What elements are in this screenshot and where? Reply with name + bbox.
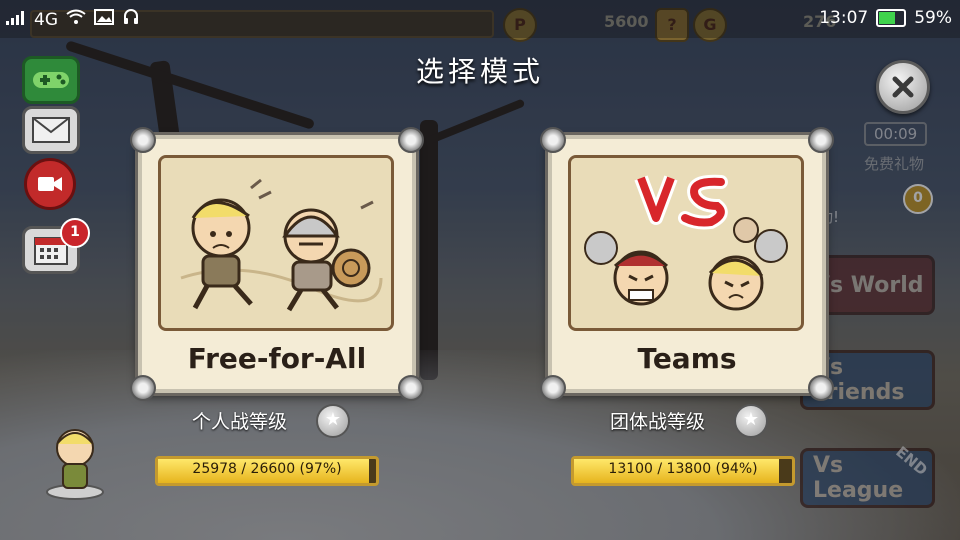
mail-icon [32,117,70,143]
card-rivet [808,127,834,153]
signal-icon [6,10,26,30]
notification-badge: 1 [60,218,90,248]
solo-xp-bar: 25978 / 26600 (97%) [155,456,379,486]
free-for-all-illustration [158,155,394,331]
card-rivet [540,127,566,153]
player-avatar[interactable] [44,420,106,500]
mail-button[interactable] [22,106,80,154]
status-bar: 4G 13:07 59% [0,0,960,38]
page-title: 选择模式 [415,55,544,88]
video-camera-icon [38,177,62,191]
teams-card[interactable]: Teams [540,127,834,401]
close-icon [892,76,914,98]
free-for-all-label: Free-for-All [187,342,367,375]
free-for-all-card[interactable]: Free-for-All [130,127,424,401]
wifi-icon [66,9,86,30]
card-rivet [808,375,834,401]
card-rivet [398,375,424,401]
team-rank-star-icon: ★ [734,404,768,438]
clock: 13:07 [819,8,869,28]
solo-xp-text: 25978 / 26600 (97%) [192,461,342,477]
image-icon [94,9,114,30]
battery-fill [879,12,895,24]
card-rivet [130,127,156,153]
solo-rank-label: 个人战等级 [192,411,288,433]
battery-percent: 59% [914,8,952,28]
battery-icon [876,9,907,27]
team-xp-bar: 13100 / 13800 (94%) [571,456,795,486]
close-button[interactable] [876,60,930,114]
headset-icon [122,8,140,31]
team-rank-label: 团体战等级 [610,411,706,433]
teams-illustration [568,155,804,331]
card-rivet [398,127,424,153]
teams-label: Teams [637,342,737,375]
video-button[interactable] [24,158,76,210]
solo-rank-star-icon: ★ [316,404,350,438]
network-type: 4G [34,9,58,30]
card-rivet [130,375,156,401]
team-xp-text: 13100 / 13800 (94%) [608,461,758,477]
card-rivet [540,375,566,401]
